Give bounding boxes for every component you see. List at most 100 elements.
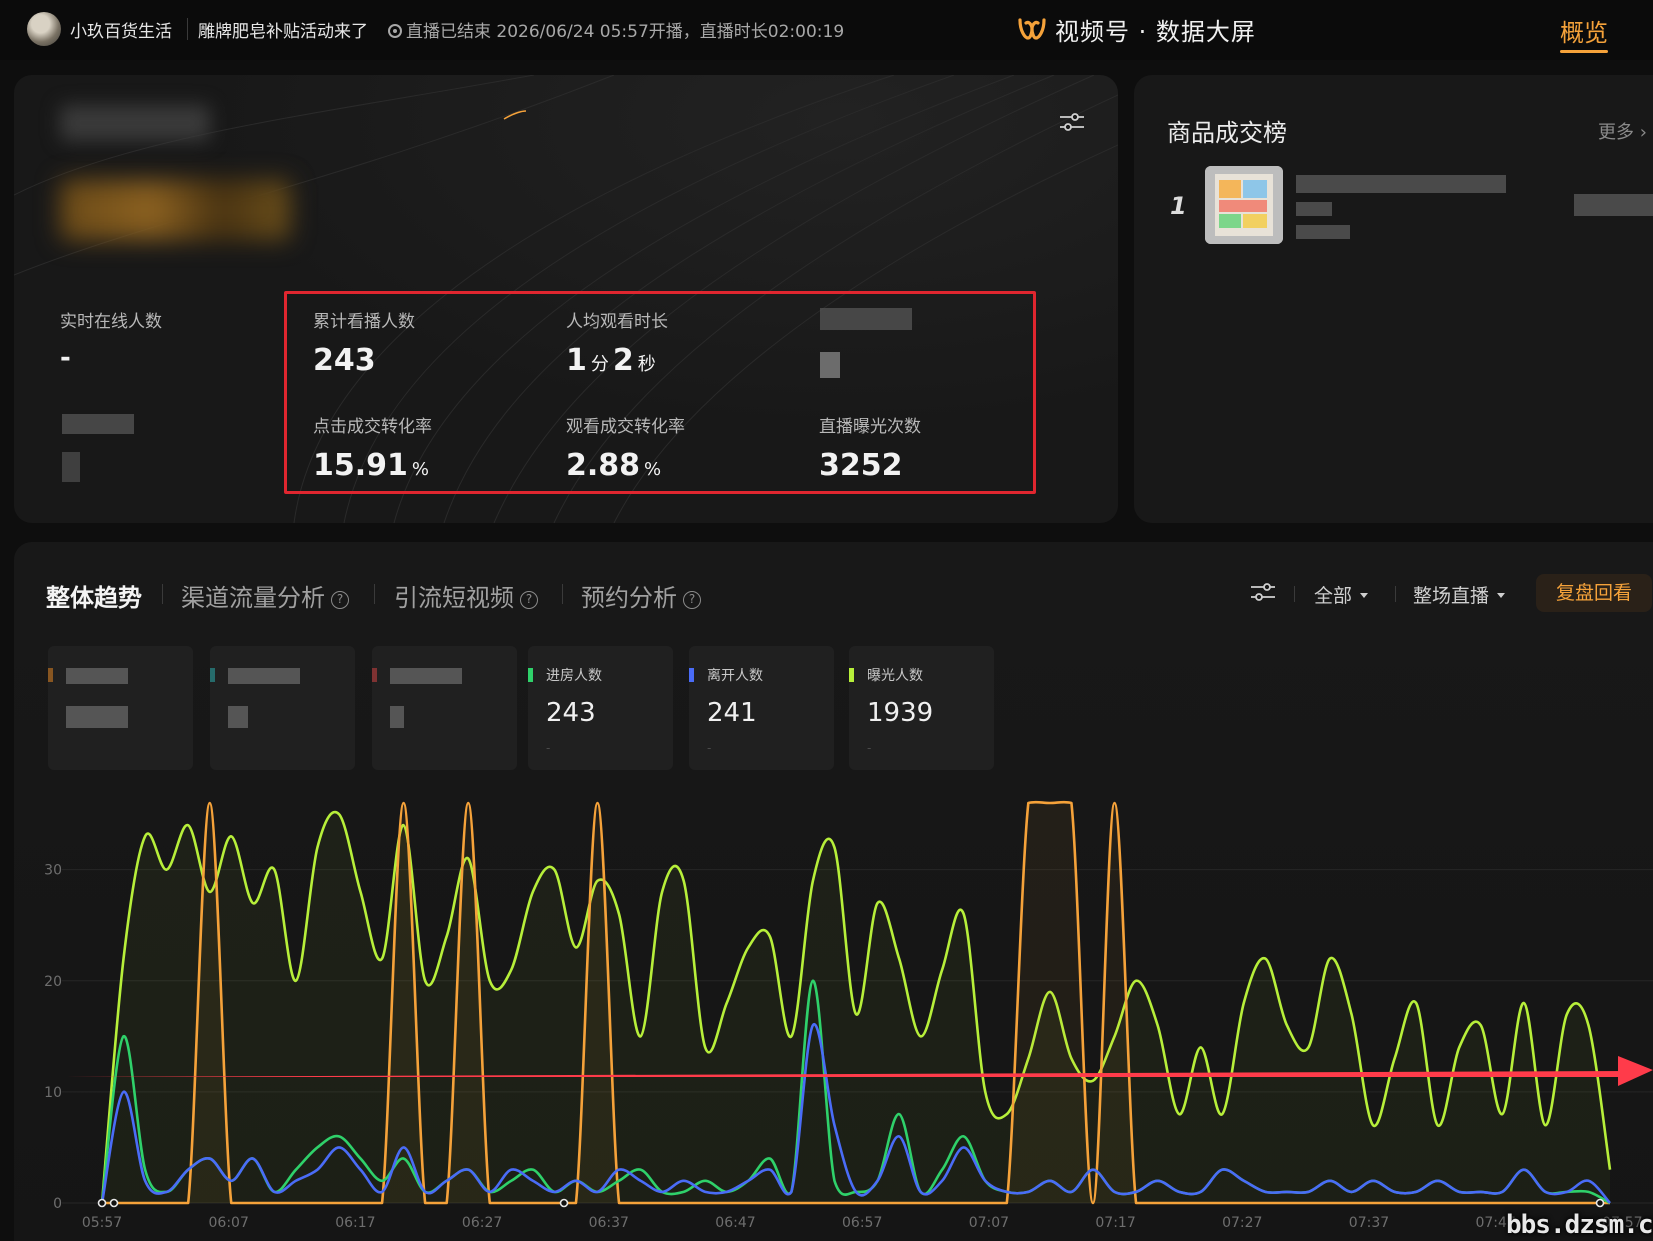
series-color-marker xyxy=(528,668,533,682)
data-point-marker xyxy=(559,1198,569,1208)
channels-logo-icon xyxy=(1018,18,1046,40)
divider xyxy=(1395,586,1396,602)
tab-reservation[interactable]: 预约分析? xyxy=(581,578,701,613)
redacted-label xyxy=(390,668,462,684)
divider xyxy=(162,584,163,604)
tab-reservation-label: 预约分析 xyxy=(581,584,677,612)
highlight-annotation-box xyxy=(284,291,1036,494)
tab-short-video[interactable]: 引流短视频? xyxy=(394,578,538,613)
filter-all-select[interactable]: 全部 xyxy=(1314,581,1369,608)
divider xyxy=(562,584,563,604)
range-label: 整场直播 xyxy=(1413,585,1490,607)
metric-card-redacted[interactable] xyxy=(372,646,517,770)
tab-channel-traffic[interactable]: 渠道流量分析? xyxy=(181,578,349,613)
replay-button[interactable]: 复盘回看 xyxy=(1536,574,1652,612)
y-tick-label: 20 xyxy=(44,974,62,990)
live-ended-icon xyxy=(388,24,402,38)
anchor-name-blurred xyxy=(60,105,210,141)
redacted-value xyxy=(62,452,80,482)
metric-compare: - xyxy=(867,741,872,755)
x-tick-label: 06:37 xyxy=(589,1215,629,1231)
metric-value: 1939 xyxy=(867,698,934,728)
chevron-down-icon xyxy=(1497,593,1506,598)
divider xyxy=(374,584,375,604)
x-tick-label: 06:57 xyxy=(842,1215,882,1231)
x-tick-label: 06:47 xyxy=(715,1215,755,1231)
tab-overall-trend[interactable]: 整体趋势 xyxy=(46,578,142,613)
brand: 视频号 · 数据大屏 xyxy=(1017,12,1256,46)
y-tick-label: 30 xyxy=(44,863,62,879)
help-icon[interactable]: ? xyxy=(331,591,349,609)
x-tick-label: 06:27 xyxy=(462,1215,502,1231)
metric-label: 离开人数 xyxy=(707,668,763,684)
tab-overview[interactable]: 概览 xyxy=(1560,13,1608,48)
x-tick-label: 07:37 xyxy=(1349,1215,1389,1231)
divider xyxy=(187,18,188,40)
brand-title: 视频号 · 数据大屏 xyxy=(1055,17,1256,46)
anchor-badge-blurred xyxy=(60,180,290,240)
data-point-marker xyxy=(97,1198,107,1208)
range-select[interactable]: 整场直播 xyxy=(1413,581,1506,608)
avatar[interactable] xyxy=(27,12,61,46)
metric-card-redacted[interactable] xyxy=(210,646,355,770)
live-status-text: 直播已结束 2026/06/24 05:57开播，直播时长02:00:19 xyxy=(406,22,845,42)
redacted-value xyxy=(390,706,404,728)
data-point-marker xyxy=(109,1198,119,1208)
redacted-label xyxy=(228,668,300,684)
shop-name: 小玖百货生活 xyxy=(70,22,172,42)
live-status: 直播已结束 2026/06/24 05:57开播，直播时长02:00:19 xyxy=(388,17,844,42)
series-color-marker xyxy=(849,668,854,682)
metric-label: 曝光人数 xyxy=(867,668,923,684)
product-rank-title: 商品成交榜 xyxy=(1167,119,1287,147)
series-area xyxy=(102,812,1610,1203)
filter-all-label: 全部 xyxy=(1314,585,1353,607)
trend-line-chart[interactable]: 0 10 20 30 05:57 06:07 06:17 06:27 06:37 06:47 06:… xyxy=(0,760,1653,1241)
help-icon[interactable]: ? xyxy=(520,591,538,609)
redacted-product-sales xyxy=(1574,194,1653,216)
help-icon[interactable]: ? xyxy=(683,591,701,609)
watermark: bbs.dzsm.com xyxy=(1506,1210,1653,1240)
metric-value: 243 xyxy=(546,698,596,728)
online-label: 实时在线人数 xyxy=(60,312,162,332)
rank-number: 1 xyxy=(1170,192,1187,220)
metric-compare: - xyxy=(707,741,712,755)
metric-card-exposure[interactable]: 曝光人数 1939 - xyxy=(849,646,994,770)
series-color-marker xyxy=(372,668,377,682)
divider xyxy=(1294,586,1295,602)
y-tick-label: 10 xyxy=(44,1085,62,1101)
more-link[interactable]: 更多 › xyxy=(1598,118,1647,144)
redacted-product-meta xyxy=(1296,202,1332,216)
product-thumbnail[interactable] xyxy=(1205,166,1283,244)
redacted-product-meta xyxy=(1296,225,1350,239)
redacted-label xyxy=(62,414,134,434)
series-color-marker xyxy=(689,668,694,682)
x-tick-label: 05:57 xyxy=(82,1215,122,1231)
metric-compare: - xyxy=(546,741,551,755)
x-tick-label: 07:17 xyxy=(1095,1215,1135,1231)
x-tick-label: 06:17 xyxy=(335,1215,375,1231)
y-tick-label: 0 xyxy=(53,1196,62,1212)
redacted-product-name xyxy=(1296,175,1506,193)
settings-sliders-icon[interactable] xyxy=(1058,110,1086,134)
redacted-value xyxy=(228,706,248,728)
data-point-marker xyxy=(1595,1198,1605,1208)
metric-label: 进房人数 xyxy=(546,668,602,684)
redacted-label xyxy=(66,668,128,684)
metric-card-redacted[interactable] xyxy=(48,646,193,770)
x-tick-label: 06:07 xyxy=(209,1215,249,1231)
metric-value: 241 xyxy=(707,698,757,728)
settings-sliders-icon[interactable] xyxy=(1250,581,1276,603)
series-color-marker xyxy=(48,668,53,682)
x-tick-label: 07:27 xyxy=(1222,1215,1262,1231)
tab-short-video-label: 引流短视频 xyxy=(394,584,514,612)
metric-card-entries[interactable]: 进房人数 243 - xyxy=(528,646,673,770)
series-color-marker xyxy=(210,668,215,682)
metric-card-exits[interactable]: 离开人数 241 - xyxy=(689,646,834,770)
tab-channel-traffic-label: 渠道流量分析 xyxy=(181,584,325,612)
chevron-down-icon xyxy=(1360,593,1369,598)
x-tick-label: 07:07 xyxy=(969,1215,1009,1231)
top-bar: 小玖百货生活 雕牌肥皂补贴活动来了 直播已结束 2026/06/24 05:57… xyxy=(0,0,1653,60)
annotation-arrow-head xyxy=(1618,1056,1653,1086)
tab-active-indicator xyxy=(1560,50,1608,53)
redacted-value xyxy=(66,706,128,728)
